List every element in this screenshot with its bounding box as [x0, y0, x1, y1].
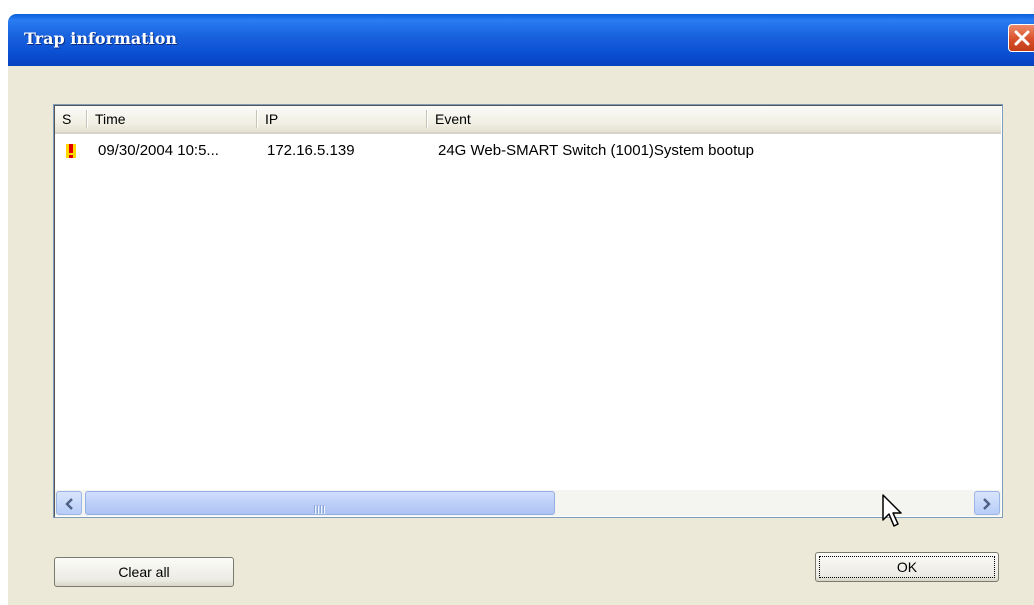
- scroll-thumb[interactable]: [85, 491, 555, 515]
- list-header: S Time IP Event: [55, 106, 1001, 134]
- trap-list[interactable]: S Time IP Event 09/30/2004 10:5... 172.1…: [53, 104, 1003, 518]
- ok-button[interactable]: OK: [815, 552, 999, 582]
- title-bar[interactable]: Trap information: [8, 14, 1034, 66]
- close-icon: [1014, 30, 1030, 46]
- column-header-time[interactable]: Time: [88, 106, 258, 132]
- horizontal-scrollbar[interactable]: [55, 490, 1001, 516]
- time-cell: 09/30/2004 10:5...: [98, 142, 219, 159]
- ip-cell: 172.16.5.139: [267, 142, 355, 159]
- scroll-right-button[interactable]: [974, 491, 1000, 515]
- clear-all-button[interactable]: Clear all: [54, 557, 234, 587]
- close-button[interactable]: [1008, 24, 1034, 52]
- table-row[interactable]: 09/30/2004 10:5... 172.16.5.139 24G Web-…: [55, 136, 1001, 166]
- event-cell: 24G Web-SMART Switch (1001)System bootup: [438, 142, 754, 159]
- mouse-cursor-icon: [882, 494, 902, 527]
- grip-icon: [314, 500, 326, 518]
- arrow-right-icon: [983, 498, 991, 510]
- column-header-ip[interactable]: IP: [258, 106, 428, 132]
- severity-cell: [55, 136, 88, 166]
- window-title: Trap information: [24, 29, 178, 48]
- column-header-severity[interactable]: S: [55, 106, 88, 132]
- scroll-left-button[interactable]: [56, 491, 82, 515]
- column-header-event[interactable]: Event: [428, 106, 1003, 132]
- warning-exclamation-icon: [66, 144, 76, 158]
- arrow-left-icon: [65, 498, 73, 510]
- trap-information-dialog: Trap information S Time IP Event 09/30/2…: [8, 14, 1034, 605]
